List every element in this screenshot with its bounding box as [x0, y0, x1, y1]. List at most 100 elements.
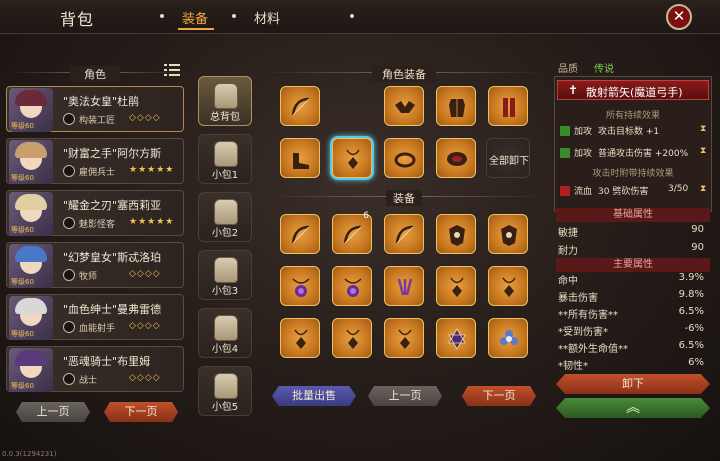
- buff-icon: [560, 126, 570, 136]
- bag-label: 小包4: [211, 344, 239, 355]
- tab-separator-dot: [350, 14, 354, 18]
- character-card[interactable]: 等级60 "财富之手"阿尔方斯雇佣兵士 ★★★★★: [6, 138, 184, 184]
- equipped-slot-bow[interactable]: [280, 86, 320, 126]
- class-icon: [63, 217, 75, 229]
- characters-prev-page-button[interactable]: 上一页: [16, 402, 90, 422]
- class-icon: [63, 165, 75, 177]
- inventory-slot[interactable]: [384, 266, 424, 306]
- backpack-icon: [214, 83, 238, 109]
- inventory-slot[interactable]: [488, 266, 528, 306]
- character-card[interactable]: 等级60 "幻梦皇女"斯忒洛珀 牧师 ◇◇◇◇: [6, 242, 184, 288]
- inventory-slot[interactable]: [384, 214, 424, 254]
- equipped-slot-boots[interactable]: [280, 138, 320, 178]
- character-card[interactable]: 等级60 "血色绅士"曼弗雷德 血能射手 ◇◇◇◇: [6, 294, 184, 340]
- inventory-next-page-button[interactable]: 下一页: [462, 386, 536, 406]
- bag-3[interactable]: 小包3: [198, 250, 252, 300]
- character-card[interactable]: 等级60 "耀金之刃"塞西莉亚 魅影怪客 ★★★★★: [6, 190, 184, 236]
- stat-row: **所有伤害** 6.5%: [558, 306, 704, 321]
- chevron-up-icon: ︽: [626, 400, 640, 416]
- bag-label: 小包2: [211, 228, 239, 239]
- avatar: 等级60: [9, 244, 53, 288]
- characters-title: 角色: [70, 66, 120, 82]
- characters-next-page-button[interactable]: 下一页: [104, 402, 178, 422]
- character-stars: ◇◇◇◇: [129, 373, 161, 383]
- character-card[interactable]: 等级60 "恶魂骑士"布里姆 战士 ◇◇◇◇: [6, 346, 184, 392]
- hourglass-icon: ⧗: [700, 124, 707, 134]
- tab-separator-dot: [232, 14, 236, 18]
- equipped-slot-shoulder[interactable]: [384, 86, 424, 126]
- stat-row: *韧性* 6%: [558, 357, 704, 372]
- character-stars: ◇◇◇◇: [129, 269, 161, 279]
- stat-row: 命中 3.9%: [558, 272, 704, 287]
- backpack-icon: [214, 141, 238, 167]
- version-label: 0.0.3(1294231): [2, 450, 57, 458]
- basic-attributes-title: 基础属性: [556, 208, 710, 222]
- equipped-slot-amulet[interactable]: [332, 138, 372, 178]
- equipped-slot-legs[interactable]: [488, 86, 528, 126]
- character-card[interactable]: 等级60 "奥法女皇"杜鹃 构装工匠 ◇◇◇◇: [6, 86, 184, 132]
- equipped-slot-armor[interactable]: [436, 86, 476, 126]
- inventory-slot[interactable]: [436, 318, 476, 358]
- bag-4[interactable]: 小包4: [198, 308, 252, 358]
- bag-label: 小包3: [211, 286, 239, 297]
- bag-5[interactable]: 小包5: [198, 366, 252, 416]
- character-class: 雇佣兵士: [79, 168, 116, 178]
- inventory-slot[interactable]: 6: [332, 211, 372, 254]
- inventory-slot[interactable]: [488, 214, 528, 254]
- equipped-slot-ring[interactable]: [384, 138, 424, 178]
- character-class: 魅影怪客: [79, 220, 116, 230]
- close-icon[interactable]: ✕: [666, 4, 692, 30]
- backpack-icon: [214, 315, 238, 341]
- inventory-slot[interactable]: [332, 318, 372, 358]
- inventory-slot[interactable]: [280, 318, 320, 358]
- quality-label: 品质: [558, 64, 578, 75]
- effect-text: 攻击目标数 +1: [598, 127, 660, 137]
- unequip-all-button[interactable]: 全部卸下: [486, 138, 530, 178]
- bag-label: 小包1: [211, 170, 239, 181]
- inventory-slot[interactable]: [436, 214, 476, 254]
- inventory-prev-page-button[interactable]: 上一页: [368, 386, 442, 406]
- bleed-icon: [560, 186, 570, 196]
- character-stars: ★★★★★: [129, 165, 175, 175]
- character-name: "血色绅士"曼弗雷德: [63, 303, 162, 316]
- upgrade-button[interactable]: ︽: [556, 398, 710, 418]
- hourglass-icon: ⧗: [700, 184, 707, 194]
- cross-icon: ✝: [568, 83, 579, 97]
- unequip-button[interactable]: 卸下: [556, 374, 710, 394]
- attack-effects-title: 攻击时附带持续效果: [592, 169, 674, 179]
- bag-1[interactable]: 小包1: [198, 134, 252, 184]
- stat-row: 暴击伤害 9.8%: [558, 289, 704, 304]
- avatar: 等级60: [9, 140, 53, 184]
- tab-equipment[interactable]: 装备: [182, 8, 208, 27]
- inventory-slot[interactable]: [436, 266, 476, 306]
- bag-all[interactable]: 总背包: [198, 76, 252, 126]
- top-bar: [0, 0, 720, 34]
- passive-effects-title: 所有持续效果: [605, 111, 660, 121]
- inventory-slot[interactable]: [280, 266, 320, 306]
- character-name: "恶魂骑士"布里姆: [63, 355, 151, 368]
- character-class: 战士: [79, 376, 98, 386]
- character-stars: ◇◇◇◇: [129, 321, 161, 331]
- character-stars: ★★★★★: [129, 217, 175, 227]
- class-icon: [63, 321, 75, 333]
- inventory-slot[interactable]: [332, 266, 372, 306]
- bleed-count: 3/50: [668, 184, 689, 194]
- effect-text: 普通攻击伤害 +200%: [598, 149, 689, 159]
- tab-materials[interactable]: 材料: [254, 8, 280, 27]
- equipped-slot-gem[interactable]: [436, 138, 476, 178]
- class-icon: [63, 269, 75, 281]
- avatar: 等级60: [9, 88, 53, 132]
- character-name: "奥法女皇"杜鹃: [63, 95, 140, 108]
- tab-separator-dot: [160, 14, 164, 18]
- quality-value: 传说: [594, 64, 614, 75]
- inventory-slot[interactable]: [280, 214, 320, 254]
- inventory-slot[interactable]: [384, 318, 424, 358]
- list-filter-icon[interactable]: [164, 63, 180, 77]
- bulk-sell-button[interactable]: 批量出售: [272, 386, 356, 406]
- inventory-slot[interactable]: [488, 318, 528, 358]
- effect-tag: 加攻: [574, 127, 593, 137]
- bleed-tag: 流血: [574, 187, 593, 197]
- backpack-icon: [214, 257, 238, 283]
- character-name: "财富之手"阿尔方斯: [63, 147, 162, 160]
- bag-2[interactable]: 小包2: [198, 192, 252, 242]
